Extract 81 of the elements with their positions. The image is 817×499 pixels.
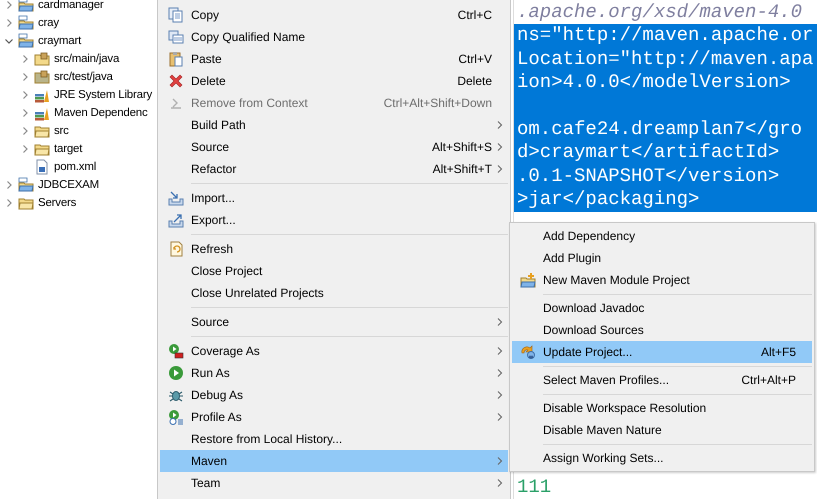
menu-item[interactable]: Restore from Local History... — [160, 428, 508, 450]
shortcut-text: Alt+F5 — [760, 345, 796, 359]
clipboard-icon — [168, 51, 184, 67]
menu-item[interactable]: Source Alt+Shift+S — [160, 136, 508, 158]
menu-item[interactable]: Download Javadoc — [512, 297, 812, 319]
menu-item[interactable]: Disable Workspace Resolution — [512, 397, 812, 419]
menu-item[interactable]: Paste Ctrl+V — [160, 48, 508, 70]
expand-toggle-icon[interactable] — [20, 126, 30, 136]
menu-item[interactable]: Disable Maven Nature — [512, 419, 812, 441]
update-icon — [520, 344, 536, 360]
expand-toggle-icon[interactable] — [20, 54, 30, 64]
menu-item[interactable]: Run As — [160, 362, 508, 384]
shortcut-text: Alt+Shift+T — [432, 162, 492, 176]
menu-item[interactable]: Refresh — [160, 238, 508, 260]
menu-item[interactable]: Update Project... Alt+F5 — [512, 341, 812, 363]
project-folder-icon — [18, 177, 34, 193]
tree-item[interactable]: Maven Dependenc — [54, 107, 148, 119]
list-pages-icon — [168, 29, 184, 45]
shortcut-text: Ctrl+C — [458, 8, 492, 22]
tree-item[interactable]: craymart — [38, 35, 82, 47]
shortcut-text: Ctrl+V — [458, 52, 492, 66]
delete-icon — [168, 73, 184, 89]
tree-item[interactable]: target — [54, 143, 82, 155]
expand-toggle-icon[interactable] — [4, 18, 14, 28]
expand-toggle-icon[interactable] — [20, 108, 30, 118]
menu-item[interactable]: Team — [160, 472, 508, 494]
refresh-icon — [168, 241, 184, 257]
package-folder-icon — [34, 51, 50, 67]
tree-item[interactable]: cardmanager — [38, 0, 104, 11]
expand-toggle-icon[interactable] — [20, 144, 30, 154]
menu-item[interactable]: Build Path — [160, 114, 508, 136]
tree-item[interactable]: src/main/java — [54, 53, 120, 65]
menu-item[interactable]: Add Plugin — [512, 247, 812, 269]
tree-item[interactable]: JDBCEXAM — [38, 179, 100, 191]
menu-item[interactable]: Maven — [160, 450, 508, 472]
xml-file-icon — [34, 159, 50, 175]
tree-item[interactable]: src/test/java — [54, 71, 113, 83]
pages-icon — [168, 7, 184, 23]
menu-item[interactable]: Assign Working Sets... — [512, 447, 812, 469]
code-line: .apache.org/xsd/maven-4.0 — [516, 1, 804, 24]
menu-item[interactable]: New Maven Module Project — [512, 269, 812, 291]
tree-item[interactable]: src — [54, 125, 69, 137]
menu-item[interactable]: Add Dependency — [512, 225, 812, 247]
expand-toggle-icon[interactable] — [4, 180, 14, 190]
profile-icon — [168, 409, 184, 425]
tree-item[interactable]: cray — [38, 17, 59, 29]
menu-item[interactable]: Close Unrelated Projects — [160, 282, 508, 304]
menu-item[interactable]: Import... — [160, 187, 508, 209]
menu-item[interactable]: Coverage As — [160, 340, 508, 362]
menu-item[interactable]: Close Project — [160, 260, 508, 282]
project-folder-icon — [18, 15, 34, 31]
code-line: 111 — [516, 478, 552, 497]
expand-toggle-icon[interactable] — [20, 90, 30, 100]
menu-item[interactable]: Export... — [160, 209, 508, 231]
menu-item[interactable]: Refactor Alt+Shift+T — [160, 158, 508, 180]
tree-item[interactable]: JRE System Library — [54, 89, 152, 101]
package-folder-icon — [34, 69, 50, 85]
shortcut-text: Delete — [457, 74, 492, 88]
coverage-icon — [168, 343, 184, 359]
menu-item[interactable]: Select Maven Profiles... Ctrl+Alt+P — [512, 369, 812, 391]
menu-item[interactable]: Debug As — [160, 384, 508, 406]
shortcut-text: Ctrl+Alt+Shift+Down — [384, 96, 492, 110]
menu-item[interactable]: Source — [160, 311, 508, 333]
module-folder-icon — [520, 272, 536, 288]
shortcut-text: Ctrl+Alt+P — [741, 373, 796, 387]
run-icon — [168, 365, 184, 381]
shortcut-text: Alt+Shift+S — [432, 140, 492, 154]
menu-item[interactable]: Download Sources — [512, 319, 812, 341]
menu-item[interactable]: Profile As — [160, 406, 508, 428]
export-icon — [168, 212, 184, 228]
menu-item[interactable]: Copy Qualified Name — [160, 26, 508, 48]
expand-toggle-icon[interactable] — [20, 72, 30, 82]
expand-toggle-icon[interactable] — [4, 36, 14, 46]
expand-toggle-icon[interactable] — [4, 198, 14, 208]
menu-item[interactable]: Copy Ctrl+C — [160, 4, 508, 26]
expand-toggle-icon[interactable] — [4, 0, 14, 10]
menu-item[interactable]: Delete Delete — [160, 70, 508, 92]
tree-item[interactable]: Servers — [38, 197, 76, 209]
tree-item[interactable]: pom.xml — [54, 161, 96, 173]
import-icon — [168, 190, 184, 206]
project-folder-icon — [18, 33, 34, 49]
